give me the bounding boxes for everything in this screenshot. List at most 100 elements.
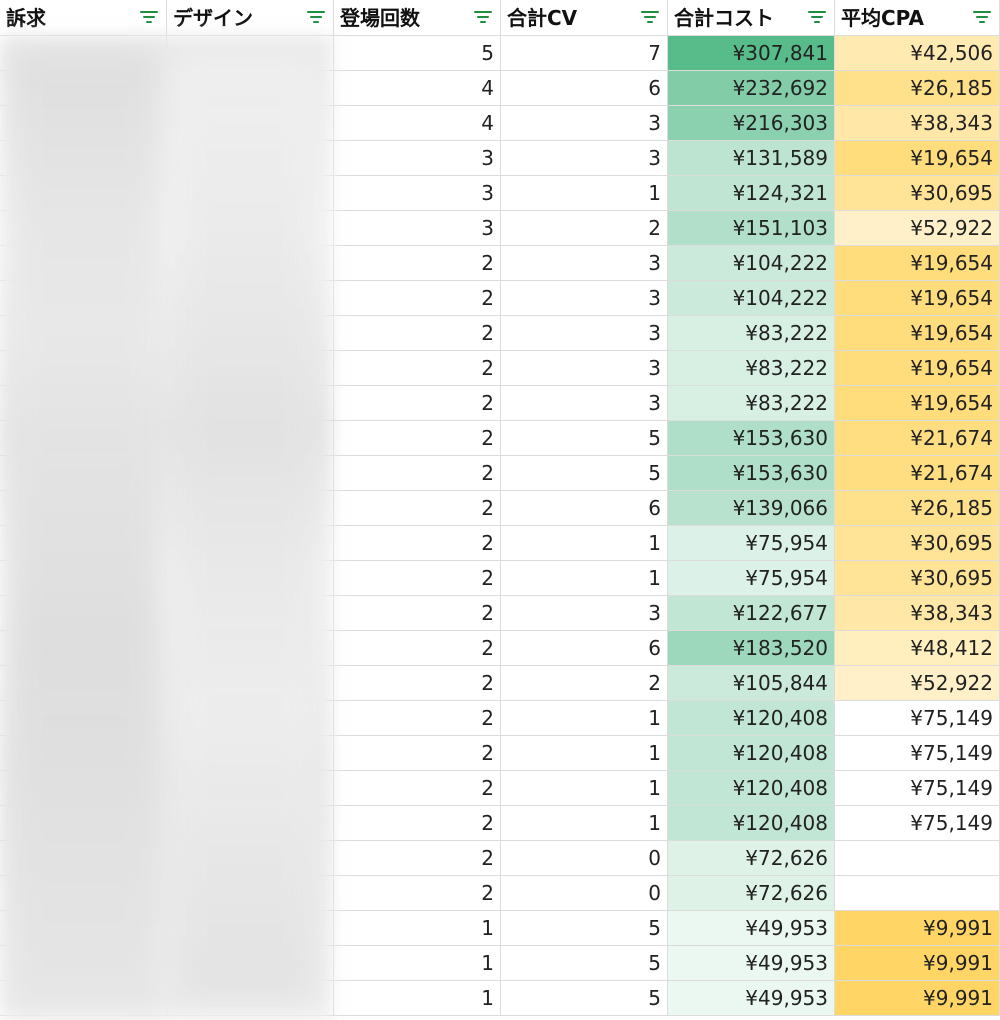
- cell-count[interactable]: 2: [334, 491, 501, 526]
- cell-cpa[interactable]: ¥26,185: [835, 491, 1000, 526]
- cell-count[interactable]: 2: [334, 806, 501, 841]
- filter-icon[interactable]: [140, 11, 158, 25]
- cell-cpa[interactable]: ¥75,149: [835, 771, 1000, 806]
- cell-cv[interactable]: 5: [501, 981, 668, 1016]
- cell-cost[interactable]: ¥49,953: [668, 981, 835, 1016]
- cell-cpa[interactable]: ¥21,674: [835, 421, 1000, 456]
- cell-cost[interactable]: ¥105,844: [668, 666, 835, 701]
- cell-cpa[interactable]: ¥75,149: [835, 806, 1000, 841]
- cell-cpa[interactable]: ¥30,695: [835, 526, 1000, 561]
- cell-count[interactable]: 4: [334, 71, 501, 106]
- cell-cpa[interactable]: [835, 841, 1000, 876]
- cell-cpa[interactable]: ¥19,654: [835, 246, 1000, 281]
- cell-count[interactable]: 2: [334, 631, 501, 666]
- cell-cv[interactable]: 3: [501, 281, 668, 316]
- cell-count[interactable]: 2: [334, 841, 501, 876]
- cell-cv[interactable]: 3: [501, 316, 668, 351]
- filter-icon[interactable]: [307, 11, 325, 25]
- cell-cpa[interactable]: ¥19,654: [835, 386, 1000, 421]
- cell-cost[interactable]: ¥307,841: [668, 36, 835, 71]
- cell-cv[interactable]: 3: [501, 106, 668, 141]
- cell-cost[interactable]: ¥183,520: [668, 631, 835, 666]
- cell-count[interactable]: 2: [334, 526, 501, 561]
- header-cv[interactable]: 合計CV: [501, 0, 668, 36]
- cell-cpa[interactable]: ¥30,695: [835, 176, 1000, 211]
- cell-cpa[interactable]: ¥75,149: [835, 736, 1000, 771]
- filter-icon[interactable]: [641, 11, 659, 25]
- cell-cpa[interactable]: ¥52,922: [835, 211, 1000, 246]
- header-appeal[interactable]: 訴求: [0, 0, 167, 36]
- filter-icon[interactable]: [474, 11, 492, 25]
- cell-cpa[interactable]: ¥42,506: [835, 36, 1000, 71]
- cell-count[interactable]: 2: [334, 596, 501, 631]
- cell-cost[interactable]: ¥232,692: [668, 71, 835, 106]
- cell-cv[interactable]: 1: [501, 561, 668, 596]
- cell-cv[interactable]: 0: [501, 876, 668, 911]
- cell-cost[interactable]: ¥83,222: [668, 316, 835, 351]
- cell-cpa[interactable]: ¥21,674: [835, 456, 1000, 491]
- cell-cv[interactable]: 7: [501, 36, 668, 71]
- cell-count[interactable]: 2: [334, 561, 501, 596]
- cell-cv[interactable]: 3: [501, 596, 668, 631]
- cell-count[interactable]: 2: [334, 701, 501, 736]
- cell-cost[interactable]: ¥83,222: [668, 351, 835, 386]
- header-cost[interactable]: 合計コスト: [668, 0, 835, 36]
- header-count[interactable]: 登場回数: [334, 0, 501, 36]
- cell-count[interactable]: 2: [334, 281, 501, 316]
- cell-count[interactable]: 3: [334, 176, 501, 211]
- cell-cpa[interactable]: ¥19,654: [835, 316, 1000, 351]
- cell-cost[interactable]: ¥75,954: [668, 561, 835, 596]
- cell-cv[interactable]: 6: [501, 71, 668, 106]
- cell-cv[interactable]: 2: [501, 211, 668, 246]
- cell-cpa[interactable]: [835, 876, 1000, 911]
- cell-cv[interactable]: 3: [501, 246, 668, 281]
- cell-cv[interactable]: 5: [501, 946, 668, 981]
- cell-count[interactable]: 2: [334, 386, 501, 421]
- cell-count[interactable]: 2: [334, 771, 501, 806]
- cell-cost[interactable]: ¥72,626: [668, 876, 835, 911]
- cell-cost[interactable]: ¥124,321: [668, 176, 835, 211]
- cell-cost[interactable]: ¥216,303: [668, 106, 835, 141]
- cell-count[interactable]: 2: [334, 736, 501, 771]
- cell-count[interactable]: 2: [334, 246, 501, 281]
- cell-count[interactable]: 1: [334, 981, 501, 1016]
- cell-cpa[interactable]: ¥26,185: [835, 71, 1000, 106]
- cell-cpa[interactable]: ¥19,654: [835, 351, 1000, 386]
- cell-cost[interactable]: ¥75,954: [668, 526, 835, 561]
- cell-cost[interactable]: ¥72,626: [668, 841, 835, 876]
- cell-cv[interactable]: 1: [501, 736, 668, 771]
- cell-cost[interactable]: ¥131,589: [668, 141, 835, 176]
- cell-cpa[interactable]: ¥19,654: [835, 281, 1000, 316]
- cell-cost[interactable]: ¥120,408: [668, 771, 835, 806]
- cell-cv[interactable]: 5: [501, 456, 668, 491]
- cell-cpa[interactable]: ¥38,343: [835, 596, 1000, 631]
- cell-cpa[interactable]: ¥38,343: [835, 106, 1000, 141]
- cell-cv[interactable]: 5: [501, 911, 668, 946]
- cell-cost[interactable]: ¥83,222: [668, 386, 835, 421]
- filter-icon[interactable]: [973, 11, 991, 25]
- cell-cpa[interactable]: ¥9,991: [835, 911, 1000, 946]
- cell-cost[interactable]: ¥120,408: [668, 736, 835, 771]
- cell-count[interactable]: 5: [334, 36, 501, 71]
- cell-cost[interactable]: ¥153,630: [668, 421, 835, 456]
- cell-cv[interactable]: 1: [501, 701, 668, 736]
- cell-cpa[interactable]: ¥52,922: [835, 666, 1000, 701]
- cell-cv[interactable]: 2: [501, 666, 668, 701]
- cell-count[interactable]: 1: [334, 946, 501, 981]
- cell-cost[interactable]: ¥49,953: [668, 911, 835, 946]
- cell-count[interactable]: 2: [334, 351, 501, 386]
- cell-cpa[interactable]: ¥75,149: [835, 701, 1000, 736]
- cell-cv[interactable]: 3: [501, 141, 668, 176]
- cell-count[interactable]: 3: [334, 211, 501, 246]
- cell-cv[interactable]: 6: [501, 491, 668, 526]
- cell-cv[interactable]: 1: [501, 526, 668, 561]
- cell-cost[interactable]: ¥104,222: [668, 281, 835, 316]
- cell-cost[interactable]: ¥120,408: [668, 806, 835, 841]
- filter-icon[interactable]: [808, 11, 826, 25]
- cell-count[interactable]: 4: [334, 106, 501, 141]
- cell-cost[interactable]: ¥120,408: [668, 701, 835, 736]
- cell-cpa[interactable]: ¥48,412: [835, 631, 1000, 666]
- cell-cpa[interactable]: ¥9,991: [835, 946, 1000, 981]
- cell-count[interactable]: 1: [334, 911, 501, 946]
- cell-cost[interactable]: ¥151,103: [668, 211, 835, 246]
